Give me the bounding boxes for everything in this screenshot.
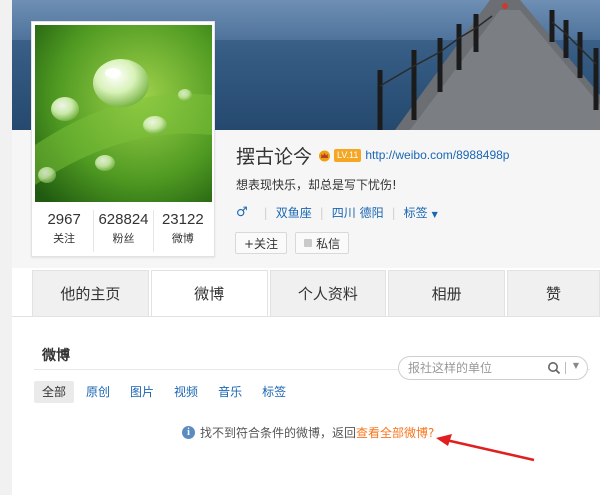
zodiac-tag-link[interactable]: 双鱼座 [276,204,312,221]
tab-profile-info[interactable]: 个人资料 [269,270,387,316]
info-icon: i [182,426,195,439]
profile-url-link[interactable]: http://weibo.com/8988498p [365,148,509,162]
follow-button-label: +关注 [244,236,279,251]
filter-original[interactable]: 原创 [78,381,118,403]
location-tag-link[interactable]: 四川 德阳 [332,204,384,221]
male-icon: ♂ [236,205,248,220]
empty-result-notice: i 找不到符合条件的微博，返回 查看全部微博? [182,424,434,441]
filter-tags[interactable]: 标签 [254,381,294,403]
notice-text: 找不到符合条件的微博，返回 [200,426,357,440]
profile-tabs: 他的主页 微博 个人资料 相册 赞 [32,270,600,316]
follow-button[interactable]: +关注 [235,232,288,254]
tabs-divider [12,316,600,317]
tab-weibo[interactable]: 微博 [150,270,268,316]
avatar[interactable] [35,25,212,202]
caret-down-icon: ▼ [431,210,438,219]
avatar-image [35,25,212,202]
stat-label: 微博 [171,232,194,245]
tab-home[interactable]: 他的主页 [32,270,149,316]
tag-menu[interactable]: 标签 ▼ [404,204,438,221]
cover-left-strip [0,0,12,130]
stat-value: 23122 [161,211,204,228]
view-all-posts-link[interactable]: 查看全部微博? [356,424,434,441]
stat-posts[interactable]: 23122 微博 [154,210,212,252]
annotation-arrow-icon [436,434,535,462]
stat-label: 关注 [53,232,76,245]
profile-meta-row: ♂ | 双鱼座 | 四川 德阳 | 标签 ▼ [236,204,438,221]
divider: | [263,205,268,220]
filter-all[interactable]: 全部 [34,381,75,403]
avatar-card: 2967 关注 628824 粉丝 23122 微博 [31,21,215,257]
level-badge[interactable]: LV.11 [334,148,362,162]
filter-videos[interactable]: 视频 [166,381,206,403]
crown-icon[interactable] [318,149,331,162]
feed-title: 微博 [42,348,70,364]
divider: | [319,205,324,220]
stat-followers[interactable]: 628824 粉丝 [94,210,154,252]
profile-stats: 2967 关注 628824 粉丝 23122 微博 [35,210,212,252]
tab-album[interactable]: 相册 [388,270,505,316]
tag-menu-label: 标签 [403,206,428,220]
profile-name: 摆古论今 [236,145,313,168]
profile-actions: +关注 私信 [235,232,350,254]
message-button-label: 私信 [316,236,341,251]
left-gutter [0,130,12,495]
filter-images[interactable]: 图片 [122,381,162,403]
stat-label: 粉丝 [112,232,135,245]
feed-filters: 全部 原创 图片 视频 音乐 标签 [34,381,298,403]
divider: | [391,205,396,220]
stat-value: 628824 [98,211,149,228]
filter-music[interactable]: 音乐 [210,381,250,403]
divider [565,362,566,374]
search-options-caret-icon[interactable]: ▼ [573,361,579,370]
search-icon[interactable] [547,361,561,375]
message-icon [304,239,313,247]
feed-search-input[interactable] [408,361,538,375]
profile-name-row: 摆古论今 LV.11 http://weibo.com/8988498p [236,143,509,168]
stat-following[interactable]: 2967 关注 [35,210,95,252]
tab-likes[interactable]: 赞 [507,270,600,316]
profile-bio: 想表现快乐，却总是写下忧伤! [236,178,397,192]
message-button[interactable]: 私信 [295,232,350,254]
stat-value: 2967 [47,211,81,228]
feed-search: ▼ [398,356,588,380]
